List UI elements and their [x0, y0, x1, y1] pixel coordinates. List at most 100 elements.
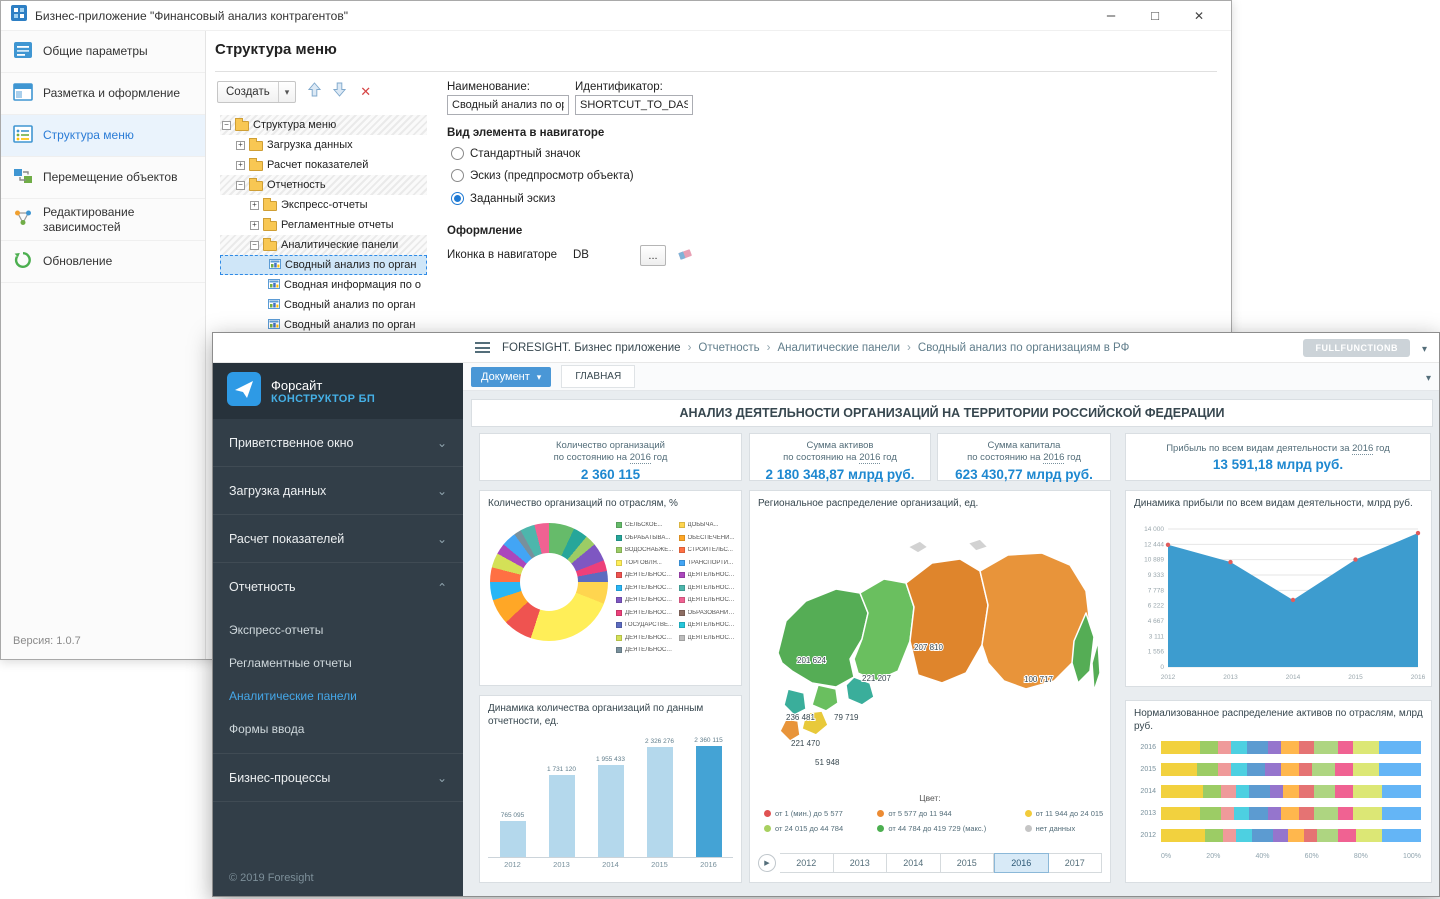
stack-segment[interactable] [1288, 829, 1304, 842]
stack-segment[interactable] [1265, 763, 1281, 776]
stack-segment[interactable] [1382, 785, 1421, 798]
stack-segment[interactable] [1314, 785, 1335, 798]
stack-segment[interactable] [1281, 807, 1299, 820]
tree-item-selected[interactable]: Сводный анализ по орган [220, 255, 427, 275]
legend-item[interactable]: ДЕЯТЕЛЬНОСТЬ... [616, 607, 674, 620]
nav-item-indicators[interactable]: Расчет показателей [213, 515, 463, 563]
legend-item[interactable]: ВОДОСНАБЖЕ... [616, 544, 674, 557]
legend-item[interactable]: ДЕЯТЕЛЬНОСТЬ... [679, 632, 737, 645]
stack-segment[interactable] [1353, 807, 1382, 820]
data-point[interactable] [1291, 598, 1295, 602]
name-input[interactable] [447, 95, 569, 115]
stack-segment[interactable] [1273, 829, 1289, 842]
breadcrumb-item[interactable]: Отчетность [681, 342, 760, 354]
tree-item[interactable]: Расчет показателей [220, 155, 427, 175]
map-legend-item[interactable]: от 44 784 до 419 729 (макс.) [877, 824, 1024, 833]
stack-segment[interactable] [1281, 763, 1299, 776]
user-badge[interactable]: FULLFUNCTIONB [1303, 339, 1410, 357]
nav-subitem-regulated-reports[interactable]: Регламентные отчеты [213, 646, 463, 679]
stack-segment[interactable] [1221, 807, 1234, 820]
legend-item[interactable]: ОБЕСПЕЧЕНИ... [679, 532, 737, 545]
bar[interactable] [549, 775, 575, 857]
radio-button[interactable] [451, 169, 464, 182]
stack-segment[interactable] [1338, 741, 1354, 754]
document-menu-button[interactable]: Документ [471, 367, 551, 387]
bar[interactable] [598, 765, 624, 857]
breadcrumb-root[interactable]: FORESIGHT. Бизнес приложение [502, 342, 681, 354]
stack-segment[interactable] [1234, 807, 1250, 820]
legend-item[interactable]: ОБРАЗОВАНИЕ... [679, 607, 737, 620]
collapse-icon[interactable] [222, 121, 231, 130]
data-point[interactable] [1416, 531, 1420, 535]
year-cell[interactable]: 2014 [887, 853, 941, 873]
legend-item[interactable]: ДЕЯТЕЛЬНОСТЬ... [616, 582, 674, 595]
stack-segment[interactable] [1252, 829, 1273, 842]
tree-item-root[interactable]: Структура меню [220, 115, 427, 135]
stack-segment[interactable] [1268, 741, 1281, 754]
industry-donut[interactable] [490, 523, 608, 641]
stack-segment[interactable] [1356, 829, 1382, 842]
stack-segment[interactable] [1299, 785, 1315, 798]
legend-item[interactable]: ДЕЯТЕЛЬНОСТЬ... [679, 594, 737, 607]
sidebar-item-update[interactable]: Обновление [1, 241, 205, 283]
sidebar-item-menu-structure[interactable]: Структура меню [1, 115, 205, 157]
stack-segment[interactable] [1200, 807, 1221, 820]
expand-icon[interactable] [250, 201, 259, 210]
delete-button[interactable]: ✕ [358, 84, 373, 100]
radio-standard-icon[interactable]: Стандартный значок [451, 147, 580, 160]
legend-item[interactable]: ОБРАБАТЫВА... [616, 532, 674, 545]
browse-button[interactable]: ... [640, 245, 666, 266]
sidebar-item-general[interactable]: Общие параметры [1, 31, 205, 73]
legend-item[interactable]: СТРОИТЕЛЬС... [679, 544, 737, 557]
stack-segment[interactable] [1236, 829, 1252, 842]
stack-segment[interactable] [1382, 829, 1421, 842]
data-point[interactable] [1353, 557, 1357, 561]
stack-segment[interactable] [1304, 829, 1317, 842]
stack-segment[interactable] [1338, 807, 1354, 820]
stack-segment[interactable] [1200, 741, 1218, 754]
stack-segment[interactable] [1283, 785, 1299, 798]
tree-item[interactable]: Сводный анализ по орган [220, 295, 427, 315]
kpi-year-link[interactable]: 2016 [1352, 443, 1373, 455]
map-legend-item[interactable]: от 5 577 до 11 944 [877, 809, 1024, 818]
stack-segment[interactable] [1314, 807, 1337, 820]
tree-item-reporting[interactable]: Отчетность [220, 175, 427, 195]
nav-subitem-analytic-panels[interactable]: Аналитические панели [213, 679, 463, 712]
stack-segment[interactable] [1218, 741, 1231, 754]
data-point[interactable] [1228, 560, 1232, 564]
create-button[interactable]: Создать [217, 81, 296, 103]
stack-segment[interactable] [1161, 763, 1197, 776]
stack-segment[interactable] [1161, 741, 1200, 754]
map-region-island[interactable] [968, 539, 988, 551]
stack-segment[interactable] [1203, 785, 1221, 798]
identifier-input[interactable] [575, 95, 693, 115]
legend-item[interactable]: СЕЛЬСКОЕ... [616, 519, 674, 532]
chevron-down-icon[interactable] [1426, 368, 1431, 386]
russia-map[interactable]: 201 624 221 207 207 810 100 717 236 481 … [758, 513, 1104, 771]
year-cell-selected[interactable]: 2016 [994, 853, 1049, 873]
legend-item[interactable]: ТОРГОВЛЯ... [616, 557, 674, 570]
map-region[interactable] [906, 559, 988, 683]
map-region[interactable] [780, 719, 800, 741]
stack-segment[interactable] [1218, 763, 1231, 776]
collapse-icon[interactable] [250, 241, 259, 250]
bar[interactable] [500, 821, 526, 857]
nav-item-welcome[interactable]: Приветственное окно [213, 419, 463, 467]
play-button[interactable] [758, 854, 776, 872]
nav-item-data-load[interactable]: Загрузка данных [213, 467, 463, 515]
stack-segment[interactable] [1335, 785, 1353, 798]
stack-segment[interactable] [1314, 741, 1337, 754]
nav-subitem-express-reports[interactable]: Экспресс-отчеты [213, 613, 463, 646]
map-region[interactable] [784, 689, 806, 715]
move-down-button[interactable] [333, 82, 346, 102]
map-legend-item[interactable]: от 11 944 до 24 015 [1025, 809, 1104, 818]
map-region[interactable] [812, 685, 838, 711]
legend-item[interactable]: ДЕЯТЕЛЬНОСТЬ... [679, 619, 737, 632]
breadcrumb-item[interactable]: Сводный анализ по организациям в РФ [900, 342, 1129, 354]
legend-item[interactable]: ДЕЯТЕЛЬНОСТЬ... [679, 582, 737, 595]
map-region[interactable] [778, 589, 868, 687]
stack-segment[interactable] [1268, 807, 1281, 820]
stack-segment[interactable] [1317, 829, 1338, 842]
hamburger-menu-icon[interactable] [475, 342, 490, 353]
stack-segment[interactable] [1299, 741, 1315, 754]
